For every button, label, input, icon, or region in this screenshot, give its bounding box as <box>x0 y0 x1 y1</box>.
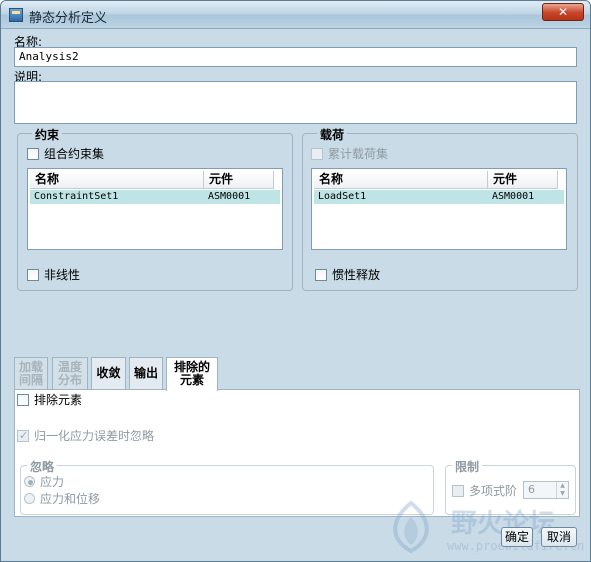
radio-stress[interactable]: 应力 <box>24 474 64 490</box>
exclude-elements-checkbox[interactable]: 排除元素 <box>17 392 82 408</box>
cumulative-loads-checkbox[interactable]: 累计载荷集 <box>311 146 388 162</box>
radio-stress-displacement-label: 应力和位移 <box>40 492 101 506</box>
checkbox-box[interactable] <box>17 428 29 444</box>
loads-title: 载荷 <box>317 126 348 143</box>
column-header-name[interactable]: 名称 <box>314 171 488 189</box>
tab-label-line1: 加载 <box>18 360 43 374</box>
tab-label-line2: 元素 <box>179 373 204 387</box>
radio-button[interactable] <box>24 476 35 487</box>
tab-load-intervals[interactable]: 加载 间隔 <box>14 357 48 390</box>
constraint-sets-list[interactable]: 名称 元件 ConstraintSet1 ASM0001 <box>27 168 283 250</box>
column-header-component[interactable]: 元件 <box>204 171 274 189</box>
ok-button[interactable]: 确定 <box>501 527 533 547</box>
combine-constraints-checkbox[interactable]: 组合约束集 <box>27 146 104 162</box>
title-bar[interactable]: 静态分析定义 ✕ <box>1 1 590 29</box>
dialog-title: 静态分析定义 <box>29 11 108 26</box>
load-set-component: ASM0001 <box>492 191 535 202</box>
ignore-norm-label: 归一化应力误差时忽略 <box>34 429 155 443</box>
static-analysis-dialog: 静态分析定义 ✕ 名称: Analysis2 说明: 约束 组合约束集 名称 元… <box>0 0 591 562</box>
polynomial-order-label: 多项式阶 <box>469 484 518 498</box>
tab-label: 收敛 <box>96 366 121 380</box>
checkbox-box[interactable] <box>27 148 39 160</box>
ignore-group-title: 忽略 <box>27 458 58 475</box>
limit-group-title: 限制 <box>452 458 483 475</box>
list-item[interactable]: ConstraintSet1 ASM0001 <box>30 190 280 204</box>
tab-excluded-elements[interactable]: 排除的 元素 <box>166 357 218 391</box>
load-sets-list[interactable]: 名称 元件 LoadSet1 ASM0001 <box>311 168 567 250</box>
list-header: 名称 元件 <box>30 171 280 189</box>
column-header-name[interactable]: 名称 <box>30 171 204 189</box>
radio-stress-displacement[interactable]: 应力和位移 <box>24 491 100 507</box>
polynomial-order-checkbox[interactable]: 多项式阶 <box>452 483 517 499</box>
tab-output[interactable]: 输出 <box>129 357 163 390</box>
name-input[interactable]: Analysis2 <box>14 47 577 67</box>
cancel-button[interactable]: 取消 <box>541 527 577 547</box>
tab-label: 输出 <box>133 366 158 380</box>
description-textarea[interactable] <box>14 81 577 124</box>
checkbox-box[interactable] <box>452 485 464 497</box>
ignore-group: 忽略 <box>20 458 434 515</box>
excluded-elements-panel: 排除元素 归一化应力误差时忽略 忽略 应力 应力和位移 限制 多项式阶 6 ▲▼ <box>14 389 580 517</box>
ignore-norm-checkbox[interactable]: 归一化应力误差时忽略 <box>17 428 154 444</box>
radio-button[interactable] <box>24 493 35 504</box>
constraint-set-name: ConstraintSet1 <box>34 191 119 202</box>
spinner-value: 6 <box>528 483 535 496</box>
checkbox-box[interactable] <box>315 269 327 281</box>
column-header-component[interactable]: 元件 <box>488 171 558 189</box>
nonlinear-label: 非线性 <box>44 268 81 282</box>
nonlinear-checkbox[interactable]: 非线性 <box>27 267 80 283</box>
polynomial-order-spinner[interactable]: 6 ▲ ▼ <box>523 481 569 499</box>
exclude-elements-label: 排除元素 <box>34 393 83 407</box>
constraints-title: 约束 <box>32 126 63 143</box>
checkbox-box[interactable] <box>17 394 29 406</box>
spinner-arrows-icon[interactable]: ▲ ▼ <box>556 482 568 498</box>
radio-stress-label: 应力 <box>40 475 65 489</box>
inertia-relief-checkbox[interactable]: 惯性释放 <box>315 267 380 283</box>
inertia-relief-label: 惯性释放 <box>332 268 381 282</box>
combine-constraints-label: 组合约束集 <box>44 147 105 161</box>
load-set-name: LoadSet1 <box>318 191 367 202</box>
close-icon: ✕ <box>557 5 569 19</box>
checkbox-box[interactable] <box>311 148 323 160</box>
list-item[interactable]: LoadSet1 ASM0001 <box>314 190 564 204</box>
tab-label-line2: 分布 <box>57 373 82 387</box>
constraint-set-component: ASM0001 <box>208 191 251 202</box>
tab-convergence[interactable]: 收敛 <box>91 357 126 390</box>
app-window-icon <box>9 8 23 22</box>
checkbox-box[interactable] <box>27 269 39 281</box>
tab-label-line1: 温度 <box>57 360 82 374</box>
list-header: 名称 元件 <box>314 171 564 189</box>
tab-label-line1: 排除的 <box>173 360 210 374</box>
tab-temperature-distribution[interactable]: 温度 分布 <box>52 357 88 390</box>
tab-label-line2: 间隔 <box>18 373 43 387</box>
close-button[interactable]: ✕ <box>542 3 584 21</box>
cumulative-loads-label: 累计载荷集 <box>328 147 389 161</box>
